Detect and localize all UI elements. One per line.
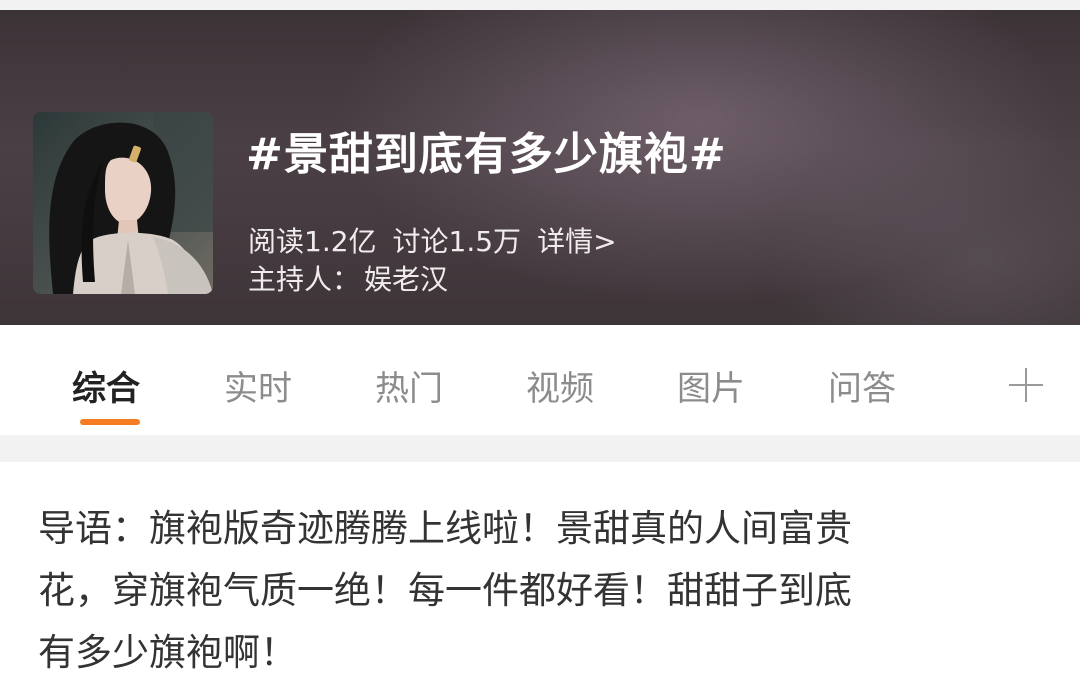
topic-intro: 导语：旗袍版奇迹腾腾上线啦！景甜真的人间富贵 花，穿旗袍气质一绝！每一件都好看！… <box>38 498 1048 684</box>
tab-video[interactable]: 视频 <box>526 361 594 410</box>
tab-images[interactable]: 图片 <box>677 361 745 410</box>
host-label: 主持人： <box>248 263 361 296</box>
read-count: 阅读1.2亿 <box>248 225 377 258</box>
topic-title: #景甜到底有多少旗袍# <box>246 129 727 180</box>
portrait-image <box>33 112 213 294</box>
tab-qa[interactable]: 问答 <box>828 361 896 410</box>
plus-icon[interactable] <box>1006 365 1046 405</box>
details-link[interactable]: 详情> <box>537 225 616 258</box>
discussion-count: 讨论1.5万 <box>392 225 522 258</box>
tab-comprehensive[interactable]: 综合 <box>72 361 140 410</box>
active-tab-indicator <box>80 419 140 425</box>
tab-hot[interactable]: 热门 <box>375 361 443 410</box>
topic-stats: 阅读1.2亿 讨论1.5万 详情> <box>248 220 633 260</box>
topic-header-banner: #景甜到底有多少旗袍# 阅读1.2亿 讨论1.5万 详情> 主持人： 娱老汉 <box>0 0 1080 325</box>
topic-page: #景甜到底有多少旗袍# 阅读1.2亿 讨论1.5万 详情> 主持人： 娱老汉 综合 实… <box>0 0 1080 693</box>
topic-avatar[interactable] <box>33 112 213 294</box>
status-strip <box>0 0 1080 10</box>
tab-realtime[interactable]: 实时 <box>224 361 292 410</box>
intro-line: 花，穿旗袍气质一绝！每一件都好看！甜甜子到底 <box>38 569 852 612</box>
topic-host: 主持人： 娱老汉 <box>248 258 448 298</box>
intro-line: 有多少旗袍啊！ <box>38 631 297 674</box>
intro-line: 导语：旗袍版奇迹腾腾上线啦！景甜真的人间富贵 <box>38 507 852 550</box>
section-divider <box>0 435 1080 462</box>
host-name-link[interactable]: 娱老汉 <box>364 263 448 296</box>
tab-bar: 综合 实时 热门 视频 图片 问答 <box>0 325 1080 435</box>
